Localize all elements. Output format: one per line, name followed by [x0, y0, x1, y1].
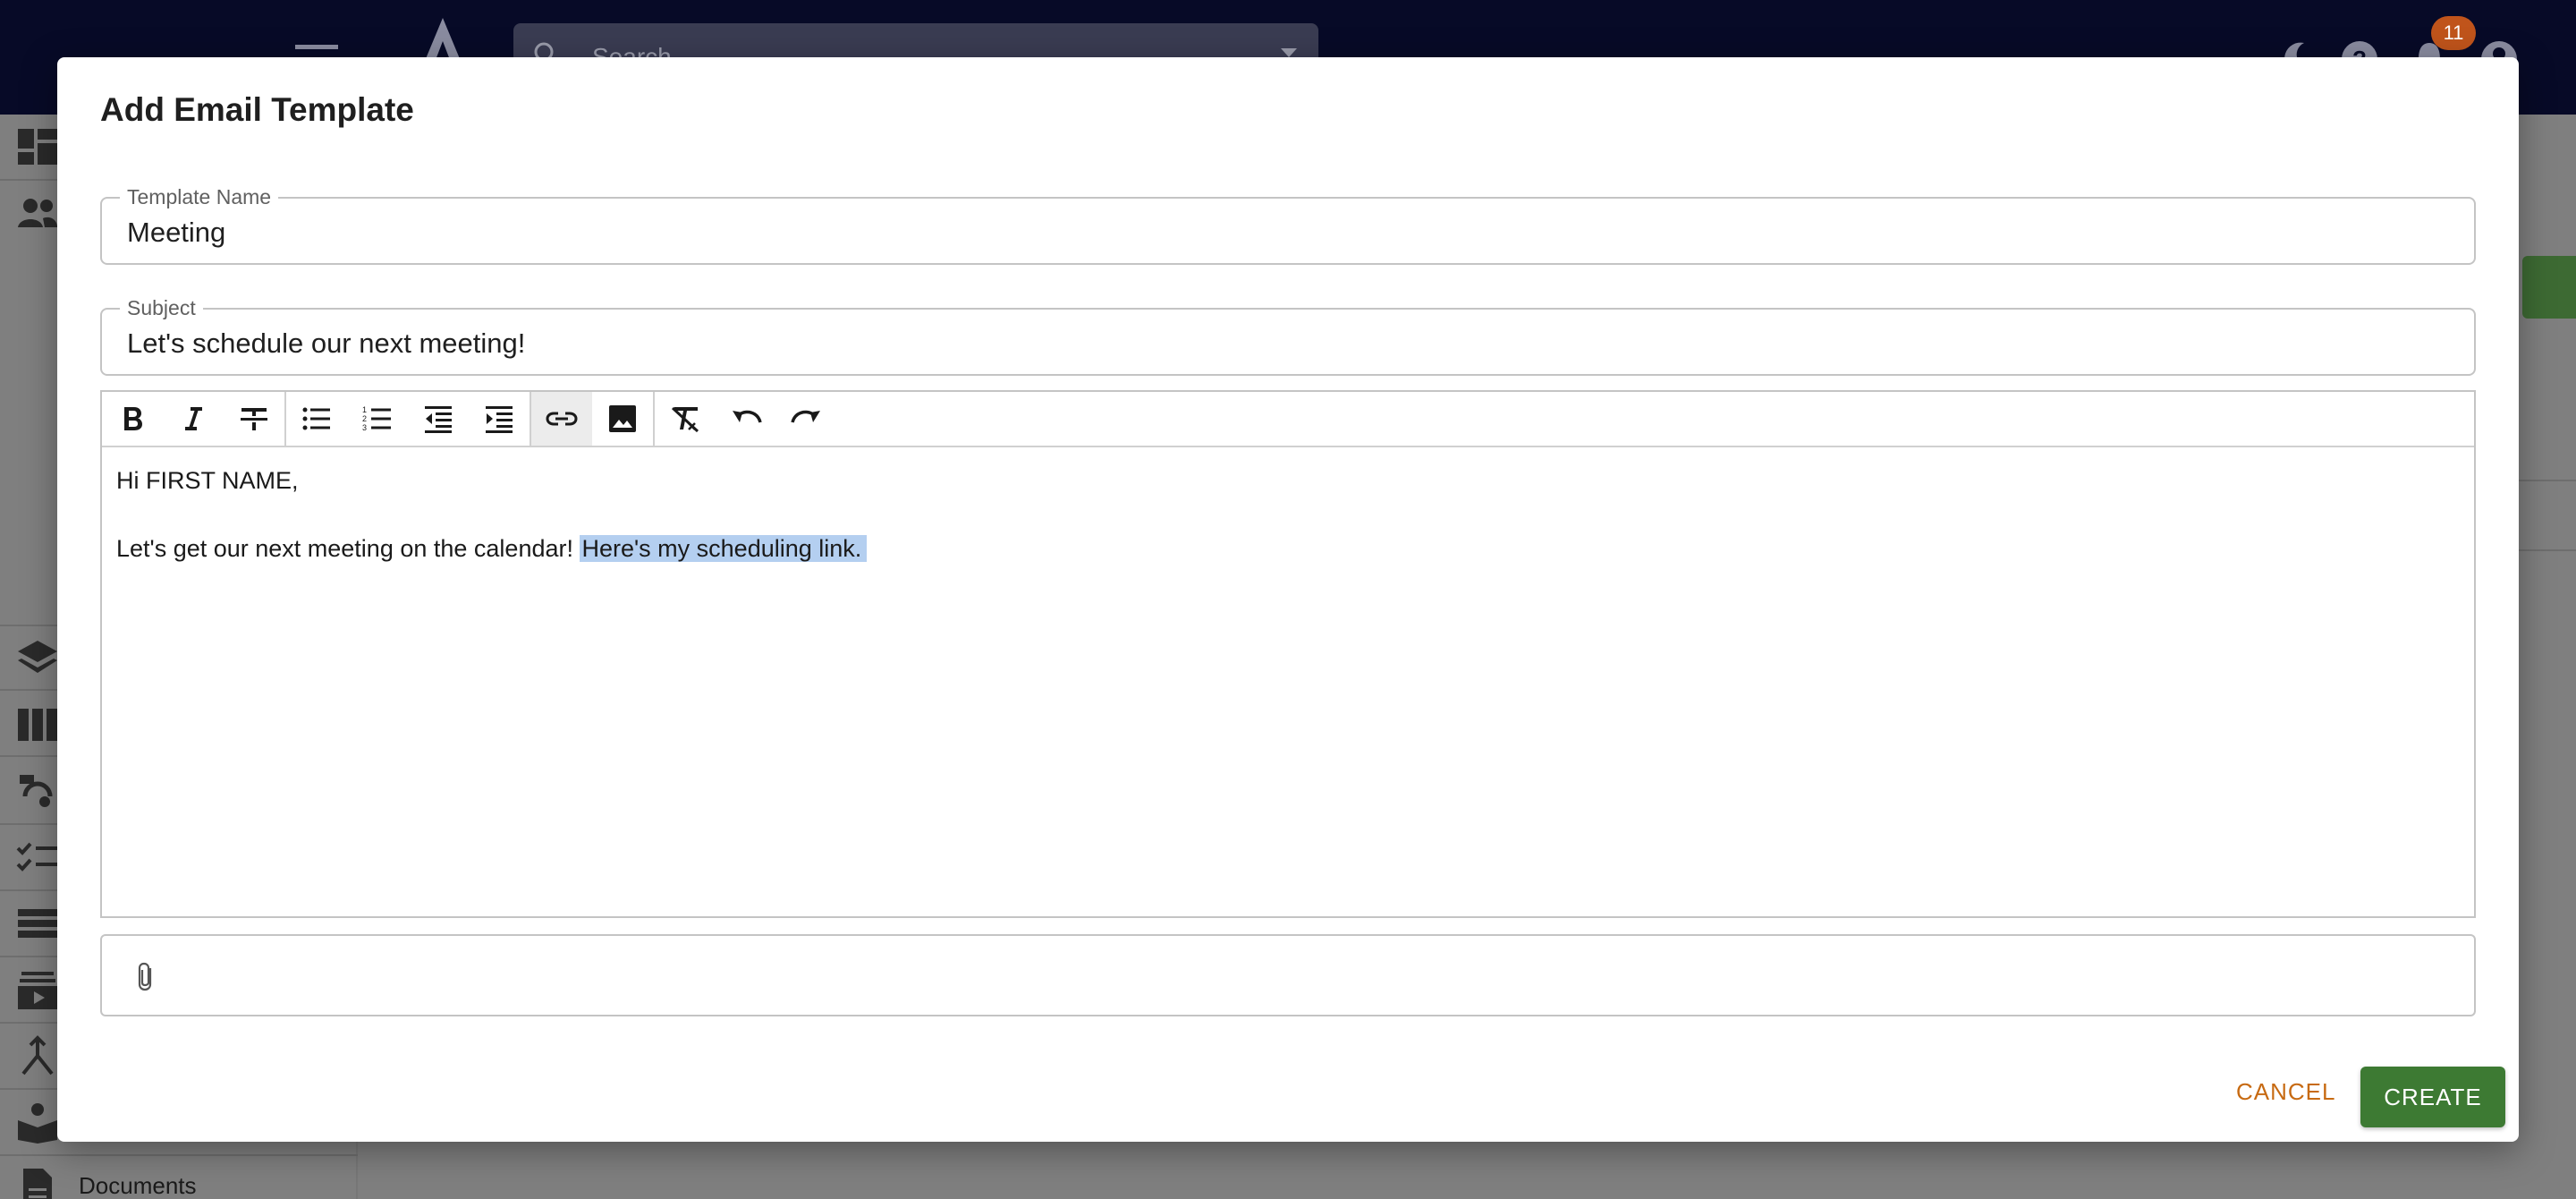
- document-icon[interactable]: [16, 1167, 59, 1199]
- svg-text:3: 3: [362, 423, 367, 432]
- bulleted-list-icon: [302, 407, 330, 430]
- cancel-button[interactable]: CANCEL: [2222, 1068, 2350, 1115]
- subject-input[interactable]: [127, 327, 2435, 360]
- people-icon[interactable]: [16, 191, 59, 234]
- add-email-template-dialog: Add Email Template Template Name Subject: [57, 57, 2519, 1142]
- italic-icon: [185, 407, 202, 430]
- reading-icon[interactable]: [16, 1101, 59, 1144]
- subject-field[interactable]: Subject: [100, 296, 2476, 376]
- outdent-button[interactable]: [408, 392, 469, 446]
- body-line: Let's get our next meeting on the calend…: [116, 531, 868, 565]
- dialog-title: Add Email Template: [100, 91, 414, 128]
- indent-icon: [486, 406, 513, 433]
- campaign-icon[interactable]: [16, 770, 59, 812]
- sidebar-item-documents[interactable]: Documents: [79, 1172, 197, 1199]
- image-icon: [609, 405, 636, 432]
- indent-button[interactable]: [469, 392, 530, 446]
- bold-icon: [124, 407, 142, 430]
- subject-label: Subject: [120, 296, 203, 319]
- undo-icon: [733, 410, 762, 423]
- bulleted-list-button[interactable]: [286, 392, 347, 446]
- editor-toolbar: 123: [102, 392, 2474, 447]
- undo-button[interactable]: [716, 392, 776, 446]
- numbered-list-button[interactable]: 123: [347, 392, 408, 446]
- paperclip-icon[interactable]: [132, 961, 161, 993]
- background-action-button: [2522, 256, 2576, 319]
- template-name-label: Template Name: [120, 185, 279, 208]
- attachment-dropzone[interactable]: [100, 934, 2476, 1016]
- merge-icon[interactable]: [16, 1034, 59, 1077]
- create-button[interactable]: CREATE: [2360, 1067, 2505, 1127]
- numbered-list-icon: 123: [362, 405, 391, 432]
- toolbar-group-history: [655, 392, 837, 446]
- toolbar-group-format: [102, 392, 286, 446]
- chevron-down-icon: [1281, 48, 1297, 57]
- rich-text-editor[interactable]: 123 Hi FIRST NAME, Let's get our next me…: [100, 390, 2476, 918]
- svg-text:1: 1: [362, 405, 367, 414]
- checklist-icon[interactable]: [16, 836, 59, 879]
- body-greeting: Hi FIRST NAME,: [116, 467, 299, 494]
- toolbar-group-insert: [531, 392, 655, 446]
- image-button[interactable]: [592, 392, 653, 446]
- strikethrough-icon: [241, 408, 267, 430]
- redo-button[interactable]: [776, 392, 837, 446]
- body-line-text: Let's get our next meeting on the calend…: [116, 535, 580, 562]
- list-icon[interactable]: [16, 902, 59, 945]
- link-button[interactable]: [531, 392, 592, 446]
- clear-format-icon: [671, 406, 699, 433]
- outdent-icon: [425, 406, 452, 433]
- toolbar-group-lists: 123: [286, 392, 531, 446]
- sidebar-divider: [0, 1154, 358, 1156]
- email-body[interactable]: Hi FIRST NAME, Let's get our next meetin…: [116, 463, 868, 600]
- italic-button[interactable]: [163, 392, 224, 446]
- link-icon: [546, 412, 578, 426]
- template-name-field[interactable]: Template Name: [100, 185, 2476, 265]
- video-library-icon[interactable]: [16, 968, 59, 1011]
- layers-icon[interactable]: [16, 635, 59, 678]
- notification-badge: 11: [2431, 16, 2476, 50]
- redo-icon: [791, 410, 820, 423]
- clear-format-button[interactable]: [655, 392, 716, 446]
- columns-icon[interactable]: [16, 703, 59, 746]
- svg-text:2: 2: [362, 414, 367, 423]
- template-name-input[interactable]: [127, 217, 2435, 249]
- selected-text[interactable]: Here's my scheduling link.: [580, 535, 868, 562]
- strikethrough-button[interactable]: [224, 392, 284, 446]
- bold-button[interactable]: [102, 392, 163, 446]
- dashboard-icon[interactable]: [16, 125, 59, 168]
